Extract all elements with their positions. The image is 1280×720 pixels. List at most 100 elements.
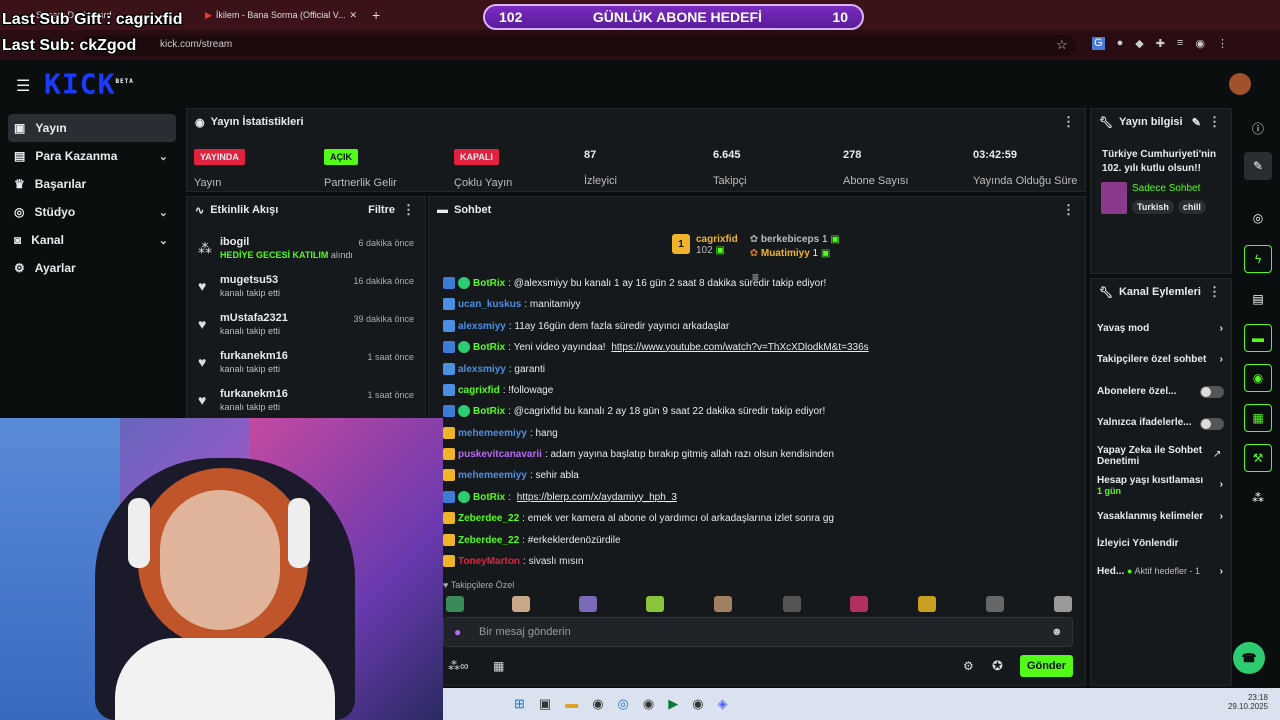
chat-text: : emek ver kamera al abone ol yardımcı o… [522,512,834,524]
tag[interactable]: chill [1177,200,1206,214]
emote[interactable] [512,596,530,612]
broadcast-icon[interactable]: ◉ [1244,364,1272,392]
support-icon[interactable]: ☎ [1233,642,1265,674]
chat-username[interactable]: mehemeemiyy [458,470,527,481]
translate-icon[interactable]: G [1092,37,1105,50]
emote[interactable] [446,596,464,612]
chat-username[interactable]: cagrixfid [458,385,500,396]
hamburger-icon[interactable]: ☰ [16,76,30,96]
app-icon[interactable]: ◉ [643,696,654,712]
discord-icon[interactable]: ◈ [718,696,728,712]
sidebar-item-yayin[interactable]: ▣ Yayın [8,114,176,142]
kick-logo[interactable]: KICKBETA [44,70,134,98]
chat-link[interactable]: https://www.youtube.com/watch?v=ThXcXDlo… [611,342,868,353]
chat-username[interactable]: mehemeemiyy [458,428,527,439]
goal-title: GÜNLÜK ABONE HEDEFİ [592,9,762,25]
emote[interactable] [918,596,936,612]
badge-icon [443,427,455,439]
folder-icon[interactable]: ▬ [565,696,578,712]
pencil-icon[interactable]: ✎ [1244,152,1272,180]
emote[interactable] [579,596,597,612]
kick-points-icon[interactable]: ⁂ [1244,484,1272,512]
bolt-icon[interactable]: ϟ [1244,245,1272,273]
app-icon[interactable]: ◉ [592,696,603,712]
emote[interactable] [714,596,732,612]
app-icon[interactable]: ▶ [668,696,678,712]
wrench-icon[interactable]: ⚒ [1244,444,1272,472]
windows-start-icon[interactable]: ⊞ [514,696,525,712]
kick-points-icon[interactable]: ⁂∞ [448,659,469,673]
send-button[interactable]: Gönder [1020,655,1073,677]
star-icon[interactable]: ☆ [1056,37,1068,53]
chat-username[interactable]: alexsmiyy [458,321,506,332]
more-icon[interactable]: ⋮ [1062,202,1075,218]
category-name[interactable]: Sadece Sohbet [1132,183,1200,194]
toggle-switch[interactable] [1200,386,1224,398]
emote[interactable] [646,596,664,612]
action-yasakli-kelimeler[interactable]: Yasaklanmış kelimeler › [1097,511,1227,522]
chat-username[interactable]: puskevitcanavarii [458,449,542,460]
avatar[interactable] [1229,73,1251,95]
edit-icon[interactable]: ✎ [1192,116,1201,129]
action-izleyici-yonlendir[interactable]: İzleyici Yönlendir [1097,538,1227,549]
activity-item: ⁂ ibogil HEDİYE GECESİ KATILIM alındı 6 dak… [198,236,414,260]
new-tab-icon[interactable]: + [372,7,380,23]
more-icon[interactable]: ⋮ [1062,114,1075,130]
chat-username[interactable]: BotRix [473,406,505,417]
emote[interactable] [783,596,801,612]
sidebar-item-kanal[interactable]: ◙ Kanal ⌄ [0,226,184,254]
sidebar-item-basarilar[interactable]: ♛ Başarılar [0,170,184,198]
mic-icon[interactable]: ● [454,625,461,639]
chevron-right-icon: › [1219,566,1223,577]
action-ai-moderasyon[interactable]: Yapay Zeka ile Sohbet Denetimi [1097,445,1212,467]
action-hesap-yasi[interactable]: Hesap yaşı kısıtlaması 1 gün › [1097,475,1227,496]
menu-icon[interactable]: ≡ [1177,37,1183,50]
tag[interactable]: Turkish [1132,200,1174,214]
more-icon[interactable]: ⋮ [1208,114,1221,130]
extension-icon[interactable]: ● [1117,37,1124,50]
action-hedefler[interactable]: Hed... ● Aktif hedefler - 1 › [1097,566,1227,577]
close-icon[interactable]: ✕ [349,10,357,21]
action-takipci-sohbet[interactable]: Takipçilere özel sohbet › [1097,354,1227,365]
store-icon[interactable]: ▦ [493,659,504,673]
puzzle-icon[interactable]: ✚ [1156,37,1165,50]
external-link-icon[interactable]: ↗ [1213,449,1221,460]
sidebar-item-para-kazanma[interactable]: ▤ Para Kazanma ⌄ [0,142,184,170]
chat-username[interactable]: BotRix [473,492,505,503]
badge-icon[interactable]: ✪ [992,658,1003,674]
list-icon[interactable]: ▤ [1244,285,1272,313]
action-yavas-mod[interactable]: Yavaş mod › [1097,323,1227,334]
more-icon[interactable]: ⋮ [1217,37,1228,50]
sidebar-item-studyo[interactable]: ◎ Stüdyo ⌄ [0,198,184,226]
layout-icon[interactable]: ▦ [1244,404,1272,432]
chat-username[interactable]: BotRix [473,278,505,289]
task-view-icon[interactable]: ▣ [539,696,551,712]
target-icon[interactable]: ◎ [1244,204,1272,232]
chat-username[interactable]: Zeberdee_22 [458,513,519,524]
chat-username[interactable]: Zeberdee_22 [458,535,519,546]
more-icon[interactable]: ⋮ [1208,284,1221,300]
stat-sure: 03:42:59 Yayında Olduğu Süre [973,149,1078,187]
emote[interactable] [986,596,1004,612]
emote[interactable] [1054,596,1072,612]
toggle-switch[interactable] [1200,418,1224,430]
chat-username[interactable]: alexsmiyy [458,364,506,375]
chat-username[interactable]: ToneyMarton [458,556,520,567]
chat-username[interactable]: ucan_kuskus [458,299,521,310]
chrome-icon[interactable]: ◎ [618,696,629,712]
chat-username[interactable]: BotRix [473,342,505,353]
chat-link[interactable]: https://blerp.com/x/aydamiyy_hph_3 [517,492,677,503]
gear-icon[interactable]: ⚙ [963,659,974,673]
studio-icon: ◎ [14,205,25,219]
extension-icon[interactable]: ◆ [1135,37,1143,50]
more-icon[interactable]: ⋮ [402,202,415,218]
profile-icon[interactable]: ◉ [1195,37,1205,50]
sidebar-item-ayarlar[interactable]: ⚙ Ayarlar [0,254,184,282]
emoji-icon[interactable]: ☻ [1051,626,1063,638]
browser-tab[interactable]: ▶ İkilem - Bana Sorma (Official V... ✕ [205,5,357,25]
chat-bubble-icon[interactable]: ▬ [1244,324,1272,352]
info-icon[interactable]: ⓘ [1244,114,1272,142]
emote[interactable] [850,596,868,612]
filter-button[interactable]: Filtre [368,204,395,216]
app-icon[interactable]: ◉ [692,696,703,712]
